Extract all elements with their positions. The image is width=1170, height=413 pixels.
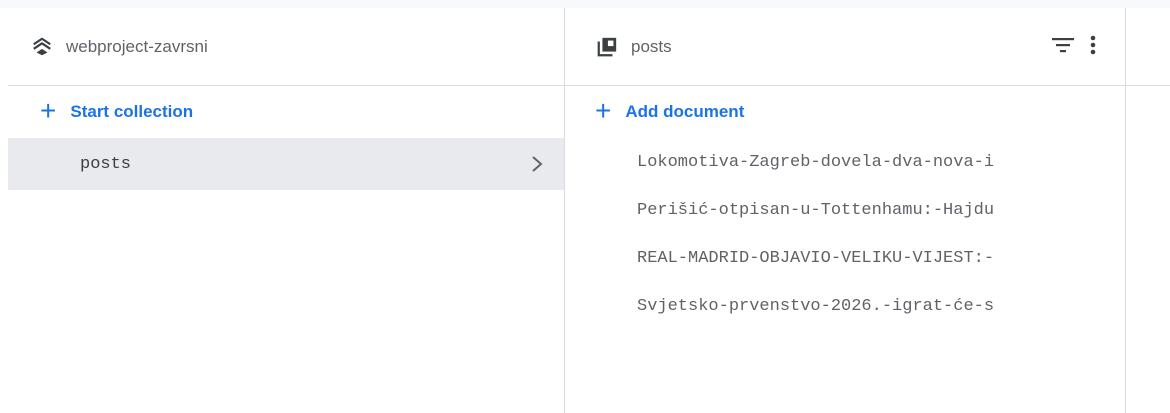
document-item[interactable]: Lokomotiva-Zagreb-dovela-dva-nova-i [565,138,1125,186]
collection-header-actions [1051,8,1097,86]
collection-icon [595,35,619,59]
root-panel-header: webproject-zavrsni [8,8,564,86]
document-panel [1126,8,1170,413]
document-list: Lokomotiva-Zagreb-dovela-dva-nova-i Peri… [565,138,1125,330]
plus-icon: + [40,94,57,126]
document-item[interactable]: Perišić-otpisan-u-Tottenhamu:-Hajdu [565,186,1125,234]
collection-panel: posts + Add document Lokomotiva-Zagreb-d… [565,8,1126,413]
add-document-label: Add document [625,102,745,121]
document-panel-header [1126,8,1170,86]
add-document-button[interactable]: + Add document [565,86,1125,138]
project-title: webproject-zavrsni [66,36,208,56]
collection-item-label: posts [80,154,132,174]
collection-title: posts [631,36,672,56]
collection-panel-header: posts [565,8,1125,86]
chevron-right-icon [530,138,544,190]
start-collection-label: Start collection [70,102,194,121]
root-panel: webproject-zavrsni + Start collection po… [8,8,565,413]
plus-icon: + [595,94,612,126]
start-collection-button[interactable]: + Start collection [8,86,564,138]
filter-icon[interactable] [1051,35,1075,60]
top-strip [0,0,1170,8]
document-item[interactable]: Svjetsko-prvenstvo-2026.-igrat-će-s [565,282,1125,330]
collection-item-posts[interactable]: posts [8,138,564,190]
more-vert-icon[interactable] [1089,34,1097,61]
document-item[interactable]: REAL-MADRID-OBJAVIO-VELIKU-VIJEST:- [565,234,1125,282]
project-layers-icon [30,35,54,59]
